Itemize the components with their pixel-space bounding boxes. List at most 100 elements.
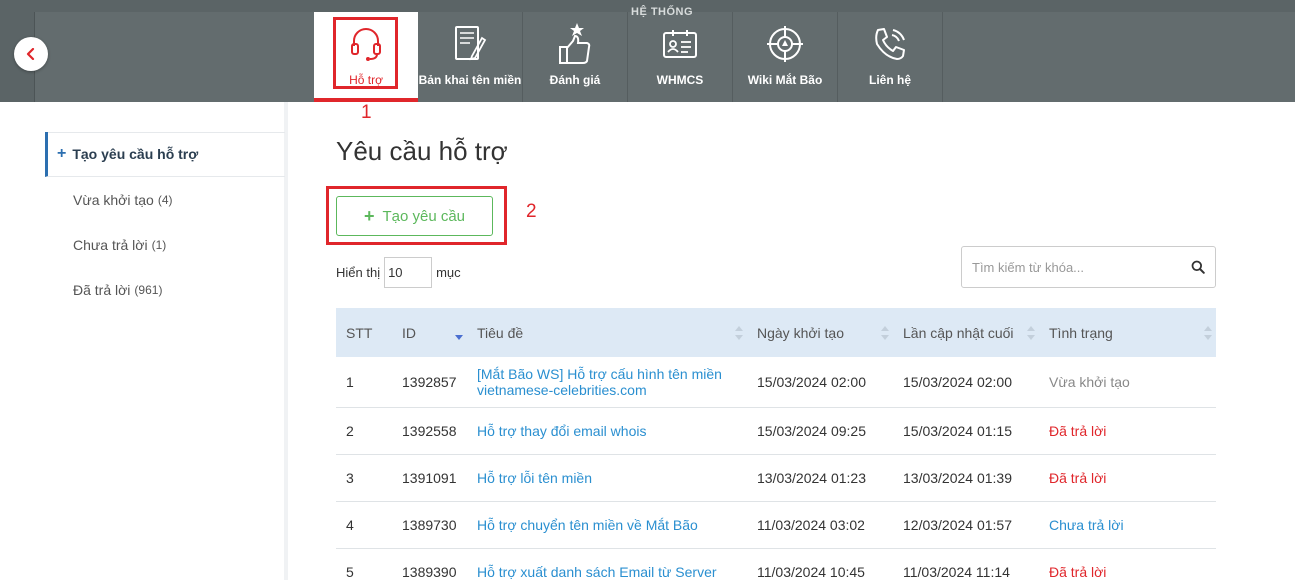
search-input[interactable] bbox=[962, 259, 1181, 275]
cell-created: 11/03/2024 10:45 bbox=[757, 564, 865, 580]
nav-label: Hỗ trợ bbox=[349, 73, 383, 87]
sidebar-item-new[interactable]: Vừa khởi tạo (4) bbox=[45, 177, 285, 222]
ticket-title-link[interactable]: Hỗ trợ lỗi tên miền bbox=[467, 470, 747, 486]
nav-item-whmcs[interactable]: WHMCS bbox=[628, 12, 733, 102]
cell-stt: 1 bbox=[346, 374, 354, 390]
plus-icon: + bbox=[57, 145, 67, 162]
chevron-left-icon bbox=[26, 48, 35, 60]
show-label: Hiển thị bbox=[336, 264, 381, 280]
table-row: 4 1389730 Hỗ trợ chuyển tên miền về Mắt … bbox=[336, 502, 1216, 549]
search-icon bbox=[1191, 260, 1205, 274]
nav-label: Liên hệ bbox=[868, 73, 911, 87]
sort-icon bbox=[1027, 326, 1035, 340]
cell-updated: 15/03/2024 01:15 bbox=[903, 423, 1012, 439]
phone-icon bbox=[875, 28, 905, 60]
sidebar-item-count: (961) bbox=[134, 282, 163, 297]
cell-stt: 5 bbox=[346, 564, 354, 580]
cell-id: 1391091 bbox=[402, 470, 457, 486]
column-header-updated[interactable]: Lần cập nhật cuối bbox=[893, 308, 1039, 357]
sort-icon bbox=[1204, 326, 1212, 340]
sidebar: + Tạo yêu cầu hỗ trợ Vừa khởi tạo (4) Ch… bbox=[45, 132, 285, 312]
status-badge: Đã trả lời bbox=[1049, 470, 1107, 486]
cell-stt: 4 bbox=[346, 517, 354, 533]
sidebar-item-count: (1) bbox=[151, 237, 167, 252]
column-header-created[interactable]: Ngày khởi tạo bbox=[747, 308, 893, 357]
cell-id: 1389730 bbox=[402, 517, 457, 533]
sidebar-item-count: (4) bbox=[157, 192, 173, 207]
search-box bbox=[961, 246, 1216, 288]
cell-id: 1392857 bbox=[402, 374, 457, 390]
main-menu: Hỗ trợ Bản khai tên miền Đánh giá WHMCS … bbox=[314, 12, 943, 102]
sidebar-item-create-request[interactable]: + Tạo yêu cầu hỗ trợ bbox=[45, 132, 285, 177]
column-header-title[interactable]: Tiêu đề bbox=[467, 308, 747, 357]
cell-updated: 15/03/2024 02:00 bbox=[903, 374, 1012, 390]
create-request-label: Tạo yêu cầu bbox=[382, 207, 466, 225]
nav-item-contact[interactable]: Liên hệ bbox=[838, 12, 943, 102]
sort-desc-icon bbox=[455, 335, 463, 340]
cell-created: 15/03/2024 09:25 bbox=[757, 423, 866, 439]
ticket-title-link[interactable]: [Mắt Bão WS] Hỗ trợ cấu hình tên miền vi… bbox=[467, 366, 747, 398]
sidebar-item-answered[interactable]: Đã trả lời (961) bbox=[45, 267, 285, 312]
status-badge: Vừa khởi tạo bbox=[1049, 374, 1130, 390]
status-badge: Đã trả lời bbox=[1049, 423, 1107, 439]
column-header-id[interactable]: ID bbox=[392, 308, 467, 357]
cell-id: 1389390 bbox=[402, 564, 457, 580]
create-request-button[interactable]: + Tạo yêu cầu bbox=[336, 196, 493, 236]
cell-updated: 11/03/2024 11:14 bbox=[903, 564, 1010, 580]
headset-icon bbox=[351, 28, 381, 61]
plus-icon: + bbox=[363, 205, 375, 226]
search-button[interactable] bbox=[1181, 260, 1215, 274]
cell-created: 13/03/2024 01:23 bbox=[757, 470, 866, 486]
ticket-title-link[interactable]: Hỗ trợ xuất danh sách Email từ Server bbox=[467, 564, 747, 580]
table-row: 3 1391091 Hỗ trợ lỗi tên miền 13/03/2024… bbox=[336, 455, 1216, 502]
cell-updated: 12/03/2024 01:57 bbox=[903, 517, 1012, 533]
sidebar-item-label: Chưa trả lời bbox=[73, 236, 148, 253]
sort-icon bbox=[735, 326, 743, 340]
id-card-icon bbox=[663, 30, 697, 58]
table-row: 1 1392857 [Mắt Bão WS] Hỗ trợ cấu hình t… bbox=[336, 357, 1216, 408]
column-header-label: Lần cập nhật cuối bbox=[903, 324, 1014, 341]
nav-label: WHMCS bbox=[656, 73, 704, 87]
nav-label: Đánh giá bbox=[549, 73, 601, 87]
column-header-status[interactable]: Tình trạng bbox=[1039, 308, 1216, 357]
nav-item-wiki[interactable]: Wiki Mắt Bão bbox=[733, 12, 838, 102]
page-length-control: Hiển thị mục bbox=[336, 256, 461, 288]
nav-item-domain-declaration[interactable]: Bản khai tên miền bbox=[418, 12, 523, 102]
ticket-title-link[interactable]: Hỗ trợ chuyển tên miền về Mắt Bão bbox=[467, 517, 747, 533]
nav-item-support[interactable]: Hỗ trợ bbox=[314, 12, 418, 102]
nav-item-rating[interactable]: Đánh giá bbox=[523, 12, 628, 102]
lifebuoy-icon bbox=[767, 26, 803, 62]
sidebar-item-unanswered[interactable]: Chưa trả lời (1) bbox=[45, 222, 285, 267]
column-header-label: ID bbox=[402, 324, 416, 341]
cell-updated: 13/03/2024 01:39 bbox=[903, 470, 1012, 486]
column-header-stt[interactable]: STT bbox=[336, 308, 392, 357]
annotation-label-1: 1 bbox=[361, 102, 372, 123]
cell-stt: 2 bbox=[346, 423, 354, 439]
nav-label: Bản khai tên miền bbox=[418, 73, 522, 87]
sort-icon bbox=[881, 326, 889, 340]
table-row: 2 1392558 Hỗ trợ thay đổi email whois 15… bbox=[336, 408, 1216, 455]
sidebar-item-label: Đã trả lời bbox=[73, 281, 131, 298]
back-button[interactable] bbox=[14, 37, 48, 71]
status-badge: Đã trả lời bbox=[1049, 564, 1107, 580]
status-badge: Chưa trả lời bbox=[1049, 517, 1124, 533]
nav-label: Wiki Mắt Bão bbox=[747, 73, 823, 87]
document-pen-icon bbox=[455, 26, 487, 61]
thumbs-up-star-icon bbox=[559, 23, 591, 64]
ticket-title-link[interactable]: Hỗ trợ thay đổi email whois bbox=[467, 423, 747, 439]
cell-created: 11/03/2024 03:02 bbox=[757, 517, 865, 533]
table-header: STT ID Tiêu đề Ngày khởi tạo Lần cập nhậ… bbox=[336, 308, 1216, 357]
page-length-input[interactable] bbox=[384, 256, 433, 288]
sidebar-item-label: Tạo yêu cầu hỗ trợ bbox=[72, 146, 199, 162]
column-header-label: Ngày khởi tạo bbox=[757, 324, 845, 341]
column-header-label: Tình trạng bbox=[1049, 324, 1113, 341]
annotation-label-2: 2 bbox=[526, 201, 537, 222]
cell-stt: 3 bbox=[346, 470, 354, 486]
tickets-table: STT ID Tiêu đề Ngày khởi tạo Lần cập nhậ… bbox=[336, 308, 1216, 580]
cell-id: 1392558 bbox=[402, 423, 457, 439]
sidebar-item-label: Vừa khởi tạo bbox=[73, 191, 154, 208]
column-header-label: STT bbox=[346, 324, 373, 341]
page-title: Yêu cầu hỗ trợ bbox=[336, 136, 508, 166]
show-unit: mục bbox=[436, 264, 461, 280]
cell-created: 15/03/2024 02:00 bbox=[757, 374, 866, 390]
